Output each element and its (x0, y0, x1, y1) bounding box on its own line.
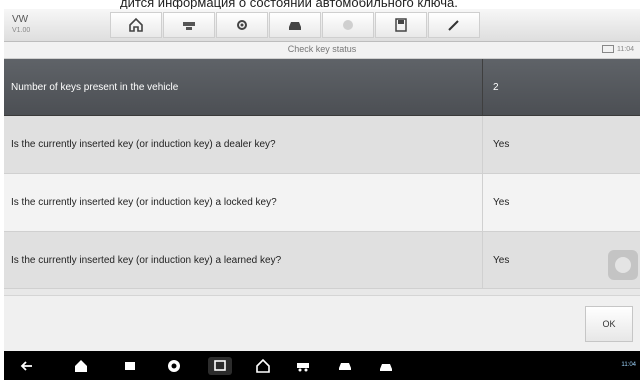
home-icon (75, 360, 87, 372)
vci-icon (183, 22, 195, 30)
brand-version: V1.00 (12, 27, 31, 34)
header-value: 2 (493, 81, 499, 93)
table-row: Is the currently inserted key (or induct… (4, 174, 640, 232)
screen-title: Check key status (287, 44, 357, 54)
print-icon (343, 20, 353, 30)
row-value: Yes (493, 139, 510, 150)
chrome-icon (168, 360, 180, 372)
screenshot-button[interactable] (208, 357, 232, 375)
house-button[interactable] (254, 357, 272, 375)
scroll-handle[interactable] (608, 250, 638, 280)
vehicle-switch-button[interactable] (377, 357, 395, 375)
home-icon (129, 17, 143, 32)
brand-label: VW V1.00 (12, 14, 30, 36)
save-icon (395, 18, 407, 32)
vci-nav-button[interactable] (294, 357, 312, 375)
vehicle-switch-icon (380, 364, 392, 371)
house-icon (256, 358, 270, 373)
footer-bar: OK (4, 295, 640, 351)
toolbar-print-button[interactable] (322, 12, 374, 38)
row-label: Is the currently inserted key (or induct… (4, 174, 483, 231)
ok-button[interactable]: OK (585, 306, 633, 342)
chrome-button[interactable] (165, 357, 183, 375)
system-status-text: 11:04 (621, 362, 636, 368)
toolbar-home-button[interactable] (110, 12, 162, 38)
vci-icon (297, 363, 309, 372)
toolbar-settings-button[interactable] (216, 12, 268, 38)
screenshot-icon (214, 360, 226, 371)
settings-icon (237, 20, 247, 30)
toolbar-vci-button[interactable] (163, 12, 215, 38)
toolbar-car-button[interactable] (269, 12, 321, 38)
row-value: Yes (493, 197, 510, 208)
table-row: Is the currently inserted key (or induct… (4, 116, 640, 174)
battery-status: 11:04 (602, 45, 634, 53)
battery-icon (602, 45, 614, 53)
car-icon (339, 363, 351, 370)
recent-apps-icon (125, 362, 135, 370)
row-label: Is the currently inserted key (or induct… (4, 232, 483, 288)
table-header-row: Number of keys present in the vehicle 2 (4, 59, 640, 116)
home-nav-button[interactable] (72, 357, 90, 375)
header-label: Number of keys present in the vehicle (4, 59, 483, 115)
row-label: Is the currently inserted key (or induct… (4, 116, 483, 173)
back-icon (20, 361, 32, 371)
back-button[interactable] (18, 357, 36, 375)
car-icon (289, 22, 301, 30)
edit-icon (448, 20, 459, 31)
toolbar-save-button[interactable] (375, 12, 427, 38)
screen-title-bar: Check key status 11:04 (4, 42, 640, 59)
table-row: Is the currently inserted key (or induct… (4, 232, 640, 289)
brand-name: VW (12, 14, 29, 25)
key-status-table: Number of keys present in the vehicle 2 … (4, 59, 640, 289)
android-nav-bar: 11:04 (4, 351, 640, 380)
app-window: VW V1.00 Check key status 11:04 Number o… (4, 9, 640, 380)
top-toolbar: VW V1.00 (4, 9, 640, 42)
toolbar-edit-button[interactable] (428, 12, 480, 38)
recent-apps-button[interactable] (121, 357, 139, 375)
car-nav-button[interactable] (336, 357, 354, 375)
